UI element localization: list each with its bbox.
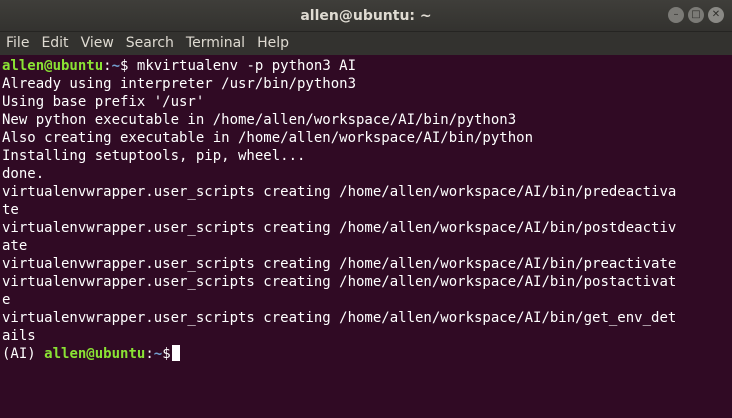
output-line: ate — [2, 238, 28, 254]
menu-search[interactable]: Search — [122, 32, 178, 55]
text-cursor — [171, 345, 180, 361]
prompt-separator: : — [145, 346, 154, 362]
prompt-line: (AI) allen@ubuntu:~$ — [2, 345, 732, 363]
prompt-user: allen@ubuntu — [44, 346, 146, 362]
menu-edit[interactable]: Edit — [37, 32, 72, 55]
menu-terminal[interactable]: Terminal — [182, 32, 249, 55]
menu-file[interactable]: File — [2, 32, 33, 55]
prompt-user: allen@ubuntu — [2, 58, 104, 74]
output-line: virtualenvwrapper.user_scripts creating … — [2, 274, 677, 290]
output-line: ails — [2, 328, 36, 344]
minimize-icon[interactable]: – — [668, 7, 684, 23]
menu-view[interactable]: View — [77, 32, 118, 55]
prompt-path: ~ — [153, 346, 163, 362]
window-controls: – □ ✕ — [668, 7, 724, 25]
virtualenv-indicator: (AI) — [2, 346, 45, 362]
output-line: virtualenvwrapper.user_scripts creating … — [2, 256, 677, 272]
window-title: allen@ubuntu: ~ — [300, 8, 432, 24]
close-icon[interactable]: ✕ — [708, 7, 724, 23]
output-line: done. — [2, 166, 45, 182]
output-line: Using base prefix '/usr' — [2, 94, 205, 110]
prompt-symbol: $ — [162, 346, 171, 362]
menu-bar: File Edit View Search Terminal Help — [0, 32, 732, 55]
output-line: New python executable in /home/allen/wor… — [2, 112, 517, 128]
prompt-separator: : — [103, 58, 112, 74]
maximize-icon[interactable]: □ — [688, 7, 704, 23]
output-line: virtualenvwrapper.user_scripts creating … — [2, 310, 677, 326]
prompt-line: allen@ubuntu:~$ mkvirtualenv -p python3 … — [2, 57, 732, 75]
output-line: te — [2, 202, 19, 218]
menu-help[interactable]: Help — [253, 32, 293, 55]
terminal-output[interactable]: allen@ubuntu:~$ mkvirtualenv -p python3 … — [0, 55, 732, 418]
output-line: Also creating executable in /home/allen/… — [2, 130, 534, 146]
prompt-path: ~ — [111, 58, 121, 74]
output-line: virtualenvwrapper.user_scripts creating … — [2, 220, 677, 236]
output-line: virtualenvwrapper.user_scripts creating … — [2, 184, 677, 200]
output-line: Already using interpreter /usr/bin/pytho… — [2, 76, 357, 92]
output-line: e — [2, 292, 11, 308]
output-line: Installing setuptools, pip, wheel... — [2, 148, 306, 164]
command-text: mkvirtualenv -p python3 AI — [128, 58, 357, 74]
title-bar[interactable]: allen@ubuntu: ~ – □ ✕ — [0, 0, 732, 32]
terminal-window: allen@ubuntu: ~ – □ ✕ File Edit View Sea… — [0, 0, 732, 418]
